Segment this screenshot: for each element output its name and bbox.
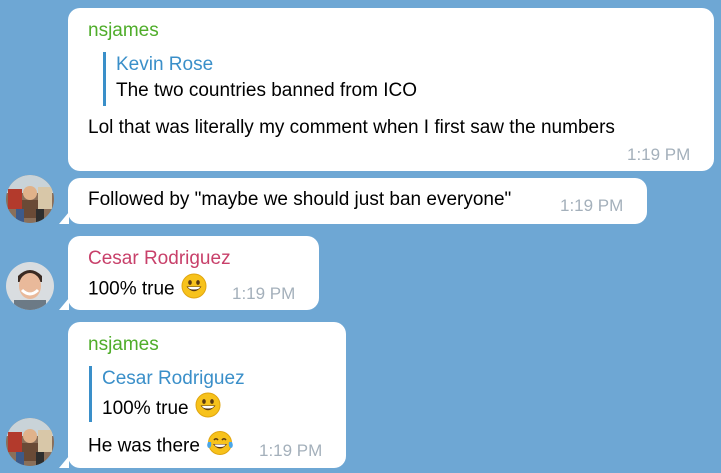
avatar-photo-icon	[6, 175, 54, 223]
message-bubble-3[interactable]: Cesar Rodriguez 100% true 1:19 PM	[59, 236, 319, 310]
message-time: 1:19 PM	[259, 441, 323, 460]
avatar-photo-icon	[6, 262, 54, 310]
avatar-cesar-rodriguez[interactable]	[6, 262, 54, 310]
message-text: 100% true	[88, 273, 207, 306]
sender-name[interactable]: Cesar Rodriguez	[88, 248, 231, 270]
sender-name[interactable]: nsjames	[88, 20, 159, 42]
message-time: 1:19 PM	[627, 145, 691, 164]
message-time: 1:19 PM	[232, 284, 296, 303]
message-text: He was there	[88, 430, 234, 463]
tears-of-joy-emoji-icon	[206, 430, 234, 463]
avatar-photo-icon	[6, 418, 54, 466]
message-text: Lol that was literally my comment when I…	[88, 117, 615, 138]
quote-author: Kevin Rose	[116, 54, 214, 75]
message-bubble-4[interactable]: nsjames Cesar Rodriguez 100% true He was…	[59, 322, 346, 468]
quote-text-content: 100% true	[102, 398, 189, 420]
reply-quote[interactable]: Cesar Rodriguez 100% true	[89, 366, 289, 422]
message-text-content: 100% true	[88, 278, 175, 300]
message-time: 1:19 PM	[560, 196, 624, 215]
quote-text: The two countries banned from ICO	[116, 80, 417, 101]
sender-name[interactable]: nsjames	[88, 334, 159, 356]
message-text-content: He was there	[88, 435, 200, 457]
grinning-face-emoji-icon	[195, 392, 221, 426]
message-bubble-1[interactable]: nsjames Kevin Rose The two countries ban…	[68, 8, 714, 171]
grinning-face-emoji-icon	[181, 273, 207, 306]
message-text: Followed by "maybe we should just ban ev…	[88, 189, 512, 210]
avatar-nsjames[interactable]	[6, 418, 54, 466]
avatar-nsjames[interactable]	[6, 175, 54, 223]
message-bubble-2[interactable]: Followed by "maybe we should just ban ev…	[59, 178, 647, 224]
quote-author: Cesar Rodriguez	[102, 368, 245, 389]
quote-text: 100% true	[102, 392, 289, 426]
reply-quote[interactable]: Kevin Rose The two countries banned from…	[103, 52, 503, 106]
